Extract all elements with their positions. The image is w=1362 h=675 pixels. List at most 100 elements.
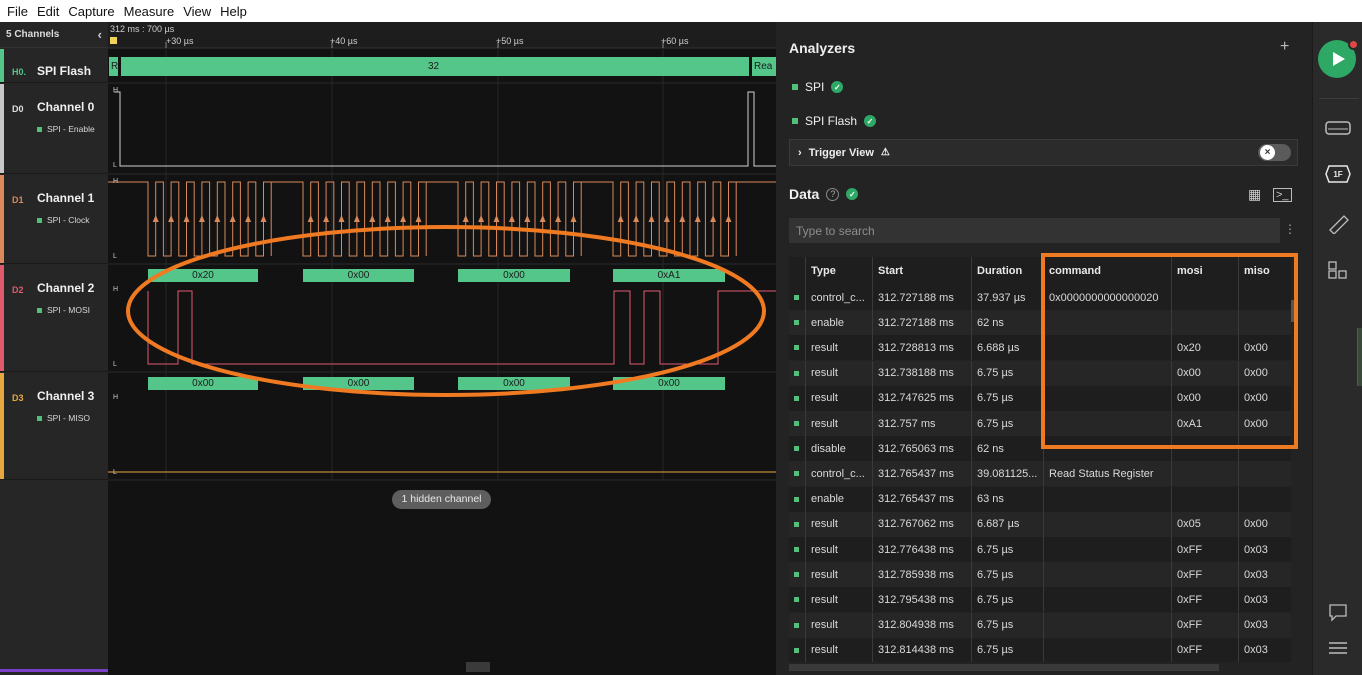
flash-packet-label[interactable]: R [111, 57, 118, 76]
data-search-input[interactable] [789, 218, 1280, 243]
cell-start: 312.765063 ms [872, 436, 971, 462]
cell-miso: 0x00 [1238, 411, 1291, 436]
analyzer-color-icon [37, 126, 42, 132]
cell-mosi [1171, 486, 1238, 512]
table-row[interactable]: result 312.738188 ms 6.75 µs 0x00 0x00 [789, 360, 1291, 386]
close-icon: × [1260, 145, 1275, 160]
channel-row-3[interactable]: D3 Channel 3 SPI - MISO [0, 373, 108, 480]
cell-duration: 6.688 µs [971, 335, 1043, 361]
menu-view[interactable]: View [180, 4, 217, 19]
table-row[interactable]: enable 312.765437 ms 63 ns [789, 486, 1291, 512]
trigger-view-switch[interactable]: × [1258, 144, 1291, 161]
cell-miso [1238, 285, 1291, 310]
svg-text:1F: 1F [1333, 170, 1342, 179]
miso-packet[interactable]: 0x00 [148, 377, 258, 390]
menu-measure[interactable]: Measure [121, 4, 181, 19]
cell-command [1043, 411, 1171, 436]
table-row[interactable]: enable 312.727188 ms 62 ns [789, 310, 1291, 336]
analyzer-item-spi[interactable]: SPI ✓ [792, 80, 844, 94]
cell-type: result [805, 587, 872, 613]
trigger-view-toggle-row[interactable]: › Trigger View ⚠ × [789, 139, 1298, 166]
terminal-view-icon[interactable]: >_ [1273, 188, 1292, 202]
column-header-mosi[interactable]: mosi [1171, 257, 1238, 285]
menu-capture[interactable]: Capture [65, 4, 120, 19]
cell-start: 312.814438 ms [872, 637, 971, 662]
table-row[interactable]: result 312.757 ms 6.75 µs 0xA1 0x00 [789, 411, 1291, 436]
table-header: Type Start Duration command mosi miso [789, 257, 1291, 285]
waveform-view[interactable]: 312 ms : 700 µs +30 µs +40 µs +50 µs +60… [108, 22, 776, 675]
cell-type: result [805, 637, 872, 662]
menu-edit[interactable]: Edit [34, 4, 65, 19]
mosi-packet[interactable]: 0x20 [148, 269, 258, 282]
miso-packet[interactable]: 0x00 [303, 377, 414, 390]
channel-row-0[interactable]: D0 Channel 0 SPI - Enable [0, 84, 108, 174]
analyzer-name: SPI Flash [805, 114, 858, 128]
channel-row-2[interactable]: D2 Channel 2 SPI - MOSI [0, 265, 108, 372]
column-header-command[interactable]: command [1043, 257, 1171, 285]
miso-packet[interactable]: 0x00 [458, 377, 570, 390]
cell-duration: 6.75 µs [971, 562, 1043, 588]
device-icon[interactable] [1325, 118, 1351, 138]
channel-list: 5 Channels ‹ H0. SPI Flash D0 Channel 0 … [0, 22, 120, 675]
channel-row-spi-flash[interactable]: H0. SPI Flash [0, 49, 108, 83]
flash-packet-label[interactable]: 32 [428, 57, 439, 76]
table-row[interactable]: result 312.785938 ms 6.75 µs 0xFF 0x03 [789, 562, 1291, 588]
row-color-icon [794, 395, 799, 401]
miso-packet[interactable]: 0x00 [613, 377, 725, 390]
table-row[interactable]: result 312.814438 ms 6.75 µs 0xFF 0x03 [789, 637, 1291, 662]
mosi-packet[interactable]: 0x00 [303, 269, 414, 282]
extensions-icon[interactable] [1325, 260, 1351, 280]
table-row[interactable]: result 312.767062 ms 6.687 µs 0x05 0x00 [789, 511, 1291, 537]
column-header-type[interactable]: Type [805, 257, 872, 285]
table-row[interactable]: result 312.776438 ms 6.75 µs 0xFF 0x03 [789, 537, 1291, 562]
column-header-miso[interactable]: miso [1238, 257, 1291, 285]
cell-mosi: 0xFF [1171, 612, 1238, 638]
flash-packet-label[interactable]: Rea [754, 57, 772, 76]
cell-duration: 6.75 µs [971, 612, 1043, 638]
channel-tag: D0 [12, 104, 24, 114]
cell-type: result [805, 385, 872, 411]
analyzer-color-icon [37, 217, 42, 223]
table-row[interactable]: control_c... 312.765437 ms 39.081125... Rea… [789, 461, 1291, 487]
add-analyzer-plus-icon[interactable]: + [1280, 38, 1289, 56]
menu-help[interactable]: Help [217, 4, 253, 19]
column-header-start[interactable]: Start [872, 257, 971, 285]
table-row[interactable]: result 312.795438 ms 6.75 µs 0xFF 0x03 [789, 587, 1291, 613]
menu-file[interactable]: File [4, 4, 34, 19]
waveform-scrollbar[interactable] [466, 662, 490, 672]
analyzer-item-spi-flash[interactable]: SPI Flash ✓ [792, 114, 877, 128]
level-high-label: H [113, 178, 119, 185]
table-row[interactable]: disable 312.765063 ms 62 ns [789, 436, 1291, 462]
warning-icon: ⚠ [880, 147, 890, 158]
table-row[interactable]: result 312.747625 ms 6.75 µs 0x00 0x00 [789, 385, 1291, 411]
cell-start: 312.747625 ms [872, 385, 971, 411]
cell-duration: 39.081125... [971, 461, 1043, 487]
row-color-icon [794, 446, 799, 452]
mosi-packet[interactable]: 0x00 [458, 269, 570, 282]
channel-row-1[interactable]: D1 Channel 1 SPI - Clock [0, 175, 108, 264]
feedback-chat-icon[interactable] [1325, 602, 1351, 622]
mosi-packet[interactable]: 0xA1 [613, 269, 725, 282]
cell-command: 0x0000000000000020 [1043, 285, 1171, 310]
table-row[interactable]: control_c... 312.727188 ms 37.937 µs 0x0000… [789, 285, 1291, 310]
help-icon[interactable]: ? [826, 187, 840, 201]
row-color-icon [794, 295, 799, 300]
table-scrollbar[interactable] [1291, 300, 1294, 322]
cell-type: enable [805, 310, 872, 336]
column-header-duration[interactable]: Duration [971, 257, 1043, 285]
table-view-icon[interactable]: ▦ [1248, 186, 1261, 203]
table-horizontal-scrollbar[interactable] [789, 664, 1219, 671]
analyzers-icon[interactable]: 1F [1325, 164, 1351, 184]
cell-command [1043, 310, 1171, 336]
cell-mosi: 0xFF [1171, 537, 1238, 562]
menu-bar: File Edit Capture Measure View Help [0, 0, 1362, 22]
collapse-chevron-icon[interactable]: ‹ [98, 27, 102, 42]
table-row[interactable]: result 312.804938 ms 6.75 µs 0xFF 0x03 [789, 612, 1291, 638]
table-row[interactable]: result 312.728813 ms 6.688 µs 0x20 0x00 [789, 335, 1291, 361]
menu-icon[interactable] [1325, 638, 1351, 658]
channel-color-bar [0, 265, 4, 371]
more-options-icon[interactable]: ⋮ [1284, 222, 1296, 236]
measure-ruler-icon[interactable] [1325, 214, 1351, 234]
hidden-channels-button[interactable]: 1 hidden channel [392, 490, 491, 509]
row-color-icon [794, 320, 799, 326]
